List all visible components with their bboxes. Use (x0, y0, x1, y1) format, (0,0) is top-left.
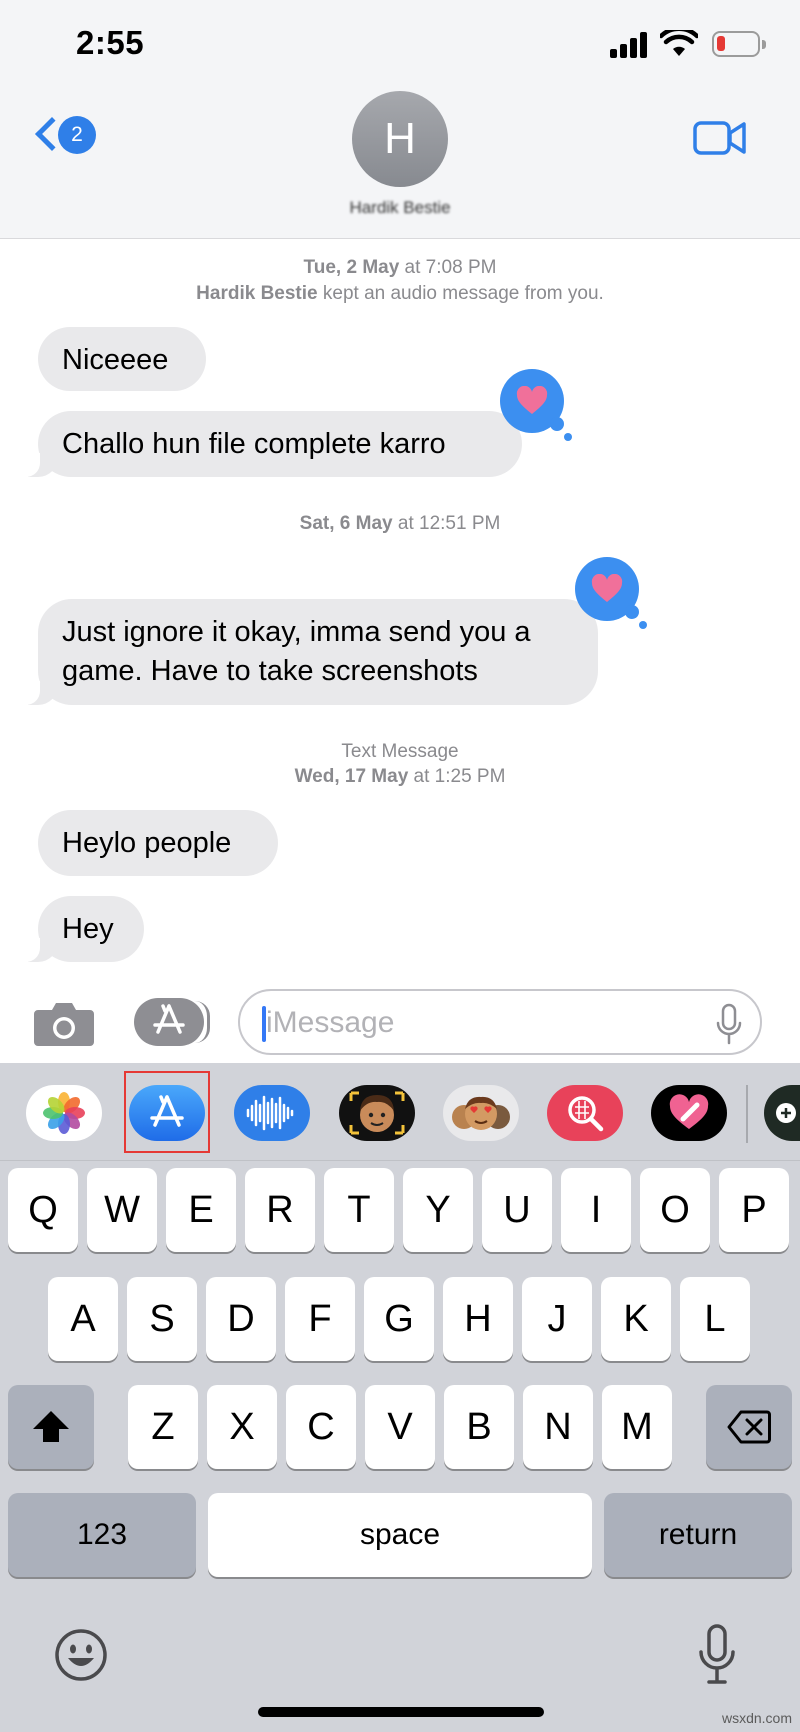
key-v[interactable]: V (365, 1385, 435, 1469)
status-icons (610, 30, 766, 58)
heart-icon (591, 574, 623, 602)
delete-key[interactable] (706, 1385, 792, 1469)
message-bubble[interactable]: Challo hun file complete karro (24, 411, 522, 477)
keyboard: 123 space return QWERTYUIOP ASDFGHJKL ZXCV… (0, 1063, 800, 1732)
key-j[interactable]: J (522, 1277, 592, 1361)
key-o[interactable]: O (640, 1168, 710, 1252)
key-h[interactable]: H (443, 1277, 513, 1361)
key-y[interactable]: Y (403, 1168, 473, 1252)
timestamp: Sat, 6 May at 12:51 PM (299, 513, 501, 534)
heart-tapback[interactable] (575, 557, 647, 635)
home-indicator[interactable] (258, 1707, 544, 1717)
key-l[interactable]: L (680, 1277, 750, 1361)
system-notice: Hardik Bestie kept an audio message from… (196, 283, 604, 304)
back-button[interactable]: 2 (26, 112, 102, 168)
watermark: wsxdn.com (721, 1710, 792, 1726)
imessage-input[interactable] (238, 989, 762, 1055)
key-e[interactable]: E (166, 1168, 236, 1252)
key-i[interactable]: I (561, 1168, 631, 1252)
key-p[interactable]: P (719, 1168, 789, 1252)
message-text: Niceeee (62, 344, 169, 376)
key-q[interactable]: Q (8, 1168, 78, 1252)
key-a[interactable]: A (48, 1277, 118, 1361)
key-g[interactable]: G (364, 1277, 434, 1361)
contact-avatar[interactable]: H (352, 91, 448, 187)
cellular-signal-icon (610, 32, 652, 58)
app-store-highlight (124, 1071, 210, 1153)
unread-count-badge: 2 (58, 116, 96, 154)
key-u[interactable]: U (482, 1168, 552, 1252)
heart-tapback[interactable] (500, 369, 572, 447)
battery-level (717, 36, 725, 51)
digital-touch-icon[interactable] (651, 1085, 727, 1141)
key-n[interactable]: N (523, 1385, 593, 1469)
emoji-keyboard-icon[interactable] (54, 1628, 108, 1682)
message-text-input[interactable] (266, 1002, 686, 1044)
key-d[interactable]: D (206, 1277, 276, 1361)
key-c[interactable]: C (286, 1385, 356, 1469)
status-time: 2:55 (76, 24, 145, 61)
key-z[interactable]: Z (128, 1385, 198, 1469)
message-bubble[interactable]: Just ignore it okay, imma send you a gam… (24, 599, 598, 705)
message-bubble[interactable]: Heylo people (38, 810, 278, 876)
audio-message-icon[interactable] (234, 1085, 310, 1141)
key-f[interactable]: F (285, 1277, 355, 1361)
timestamp: Wed, 17 May at 1:25 PM (294, 766, 506, 787)
space-key[interactable]: space (208, 1493, 592, 1577)
memoji-icon[interactable] (339, 1085, 415, 1141)
conversation-header: 2:55 2 H Hardik Bestie (0, 0, 800, 239)
wifi-icon (660, 30, 698, 56)
bubble-tail (24, 453, 58, 477)
shift-arrow-icon (33, 1411, 69, 1442)
heart-icon (516, 386, 548, 414)
key-m[interactable]: M (602, 1385, 672, 1469)
facetime-video-icon[interactable] (692, 118, 748, 160)
message-bubble[interactable]: Hey (24, 896, 144, 962)
key-t[interactable]: T (324, 1168, 394, 1252)
imessage-app-drawer (0, 1063, 800, 1161)
more-apps-icon[interactable] (764, 1085, 800, 1141)
images-search-icon[interactable] (547, 1085, 623, 1141)
key-r[interactable]: R (245, 1168, 315, 1252)
memoji-stickers-icon[interactable] (443, 1085, 519, 1141)
camera-icon[interactable] (34, 1000, 94, 1046)
message-text: Challo hun file complete karro (62, 428, 446, 460)
drawer-separator (746, 1085, 748, 1143)
timestamp: Tue, 2 May at 7:08 PM (303, 257, 497, 278)
battery-icon (712, 31, 766, 57)
bubble-tail (24, 938, 58, 962)
photos-app-icon[interactable] (26, 1085, 102, 1141)
contact-name[interactable]: Hardik Bestie (0, 198, 800, 218)
bubble-tail (24, 681, 58, 705)
message-text: Just ignore it okay, imma send you a gam… (62, 616, 531, 687)
dictation-mic-icon[interactable] (698, 1624, 736, 1686)
backspace-icon (727, 1410, 771, 1444)
message-bubble[interactable]: Niceeee (38, 327, 206, 391)
app-drawer-button[interactable] (134, 998, 210, 1046)
message-type-label: Text Message (341, 741, 459, 762)
key-w[interactable]: W (87, 1168, 157, 1252)
shift-key[interactable] (8, 1385, 94, 1469)
app-store-icon (153, 1004, 185, 1034)
key-b[interactable]: B (444, 1385, 514, 1469)
message-text: Heylo people (62, 827, 232, 859)
numbers-key[interactable]: 123 (8, 1493, 196, 1577)
key-k[interactable]: K (601, 1277, 671, 1361)
dictation-mic-icon[interactable] (716, 1003, 742, 1045)
message-text: Hey (62, 913, 114, 945)
key-x[interactable]: X (207, 1385, 277, 1469)
return-key[interactable]: return (604, 1493, 792, 1577)
key-s[interactable]: S (127, 1277, 197, 1361)
